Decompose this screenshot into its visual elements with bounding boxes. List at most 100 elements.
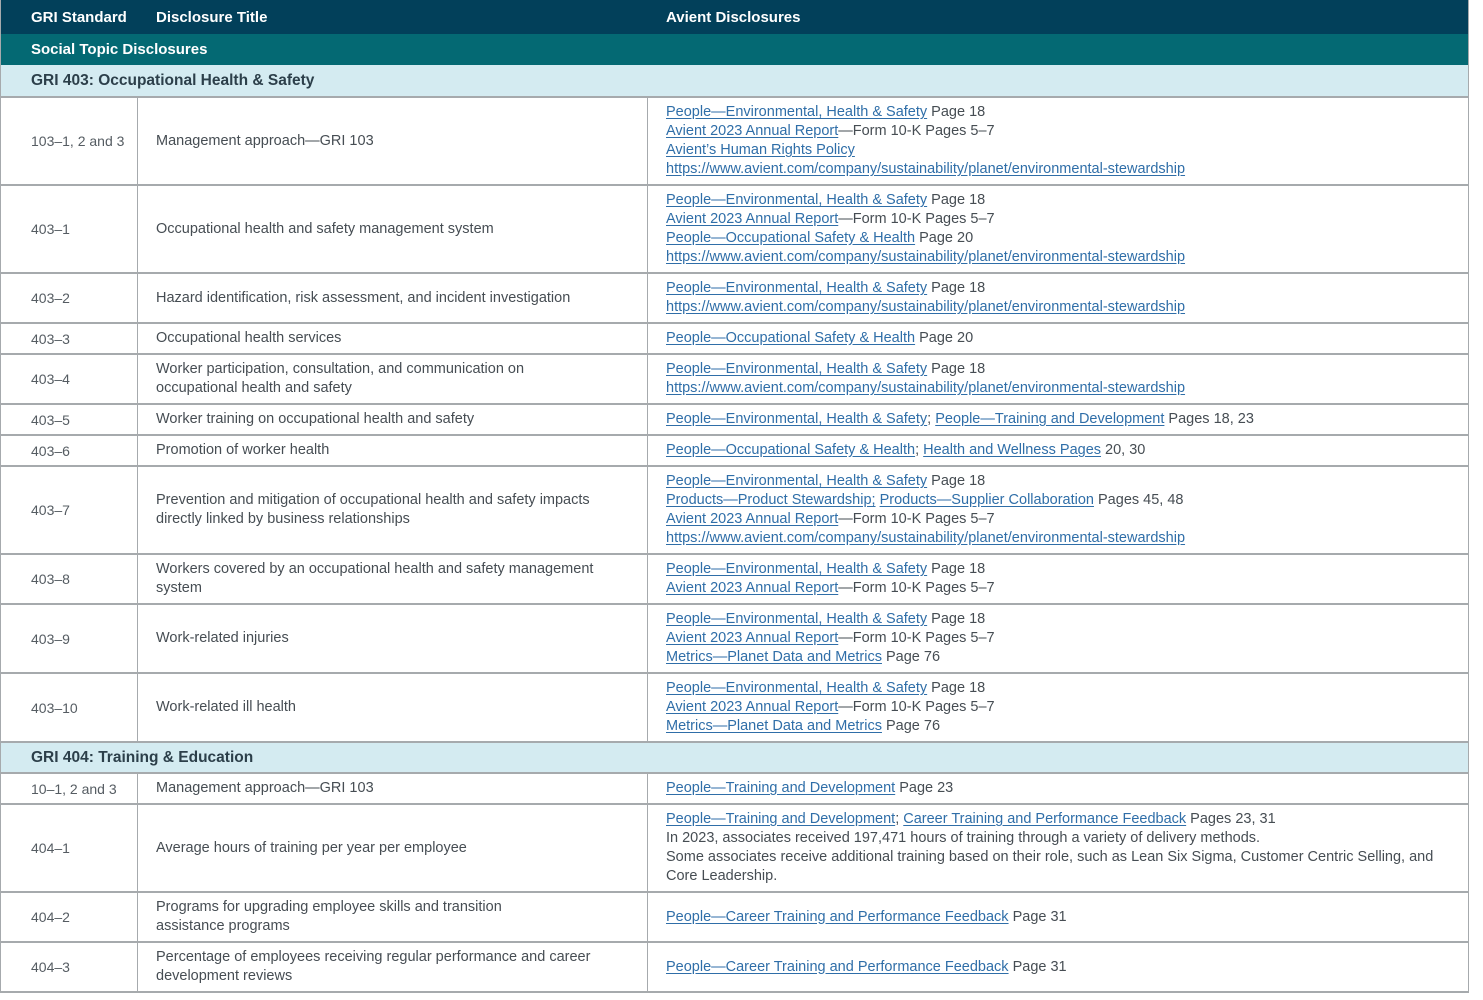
disclosure-link[interactable]: https://www.avient.com/company/sustainab… xyxy=(666,249,1185,265)
disclosure-title-cell: Promotion of worker health xyxy=(138,436,648,465)
disclosure-text: —Form 10-K Pages 5–7 xyxy=(838,580,994,596)
gri-standard-cell: 403–5 xyxy=(1,405,138,434)
disclosure-link[interactable]: https://www.avient.com/company/sustainab… xyxy=(666,380,1185,396)
disclosure-text: Page 31 xyxy=(1009,909,1067,925)
section-band-social-topic: Social Topic Disclosures xyxy=(1,34,1468,65)
disclosure-link[interactable]: Metrics—Planet Data and Metrics xyxy=(666,649,882,665)
table-row: 404–2Programs for upgrading employee ski… xyxy=(1,891,1468,941)
disclosure-text: Page 23 xyxy=(895,780,953,796)
disclosure-line: Some associates receive additional train… xyxy=(666,848,1433,886)
disclosure-line: People—Career Training and Performance F… xyxy=(666,958,1067,977)
disclosure-link[interactable]: People—Environmental, Health & Safety xyxy=(666,680,927,696)
disclosure-line: People—Occupational Safety & Health; Hea… xyxy=(666,441,1145,460)
gri-standard-cell: 403–6 xyxy=(1,436,138,465)
disclosure-text: Page 20 xyxy=(915,330,973,346)
disclosure-title-cell: Management approach—GRI 103 xyxy=(138,98,648,184)
disclosure-text: ; xyxy=(915,442,923,458)
table-row: 403–10Work-related ill healthPeople—Envi… xyxy=(1,672,1468,741)
avient-disclosures-cell: People—Environmental, Health & Safety; P… xyxy=(648,405,1468,434)
avient-disclosures-cell: People—Environmental, Health & Safety Pa… xyxy=(648,355,1468,403)
table-body: GRI 403: Occupational Health & Safety103… xyxy=(1,65,1468,993)
disclosure-link[interactable]: Avient 2023 Annual Report xyxy=(666,580,838,596)
table-row: 403–9Work-related injuriesPeople—Environ… xyxy=(1,603,1468,672)
disclosure-line: Avient 2023 Annual Report—Form 10-K Page… xyxy=(666,579,995,598)
disclosure-link[interactable]: People—Environmental, Health & Safety xyxy=(666,473,927,489)
disclosure-link[interactable]: Health and Wellness Pages xyxy=(923,442,1101,458)
disclosure-text: Page 20 xyxy=(915,230,973,246)
disclosure-link[interactable]: Avient 2023 Annual Report xyxy=(666,211,838,227)
avient-disclosures-cell: People—Occupational Safety & Health Page… xyxy=(648,324,1468,353)
disclosure-title-cell: Work-related injuries xyxy=(138,605,648,672)
disclosure-text: —Form 10-K Pages 5–7 xyxy=(838,511,994,527)
disclosure-line: People—Environmental, Health & Safety Pa… xyxy=(666,679,985,698)
disclosure-link[interactable]: Avient 2023 Annual Report xyxy=(666,630,838,646)
header-cell-avient-disclosures: Avient Disclosures xyxy=(648,9,1468,26)
disclosure-link[interactable]: People—Environmental, Health & Safety xyxy=(666,611,927,627)
disclosure-text: Page 18 xyxy=(927,473,985,489)
disclosure-link[interactable]: https://www.avient.com/company/sustainab… xyxy=(666,161,1185,177)
disclosure-text: Page 31 xyxy=(1009,959,1067,975)
table-row: 403–2Hazard identification, risk assessm… xyxy=(1,272,1468,322)
disclosure-link[interactable]: Products—Supplier Collaboration xyxy=(880,492,1094,508)
gri-standard-cell: 103–1, 2 and 3 xyxy=(1,98,138,184)
disclosure-link[interactable]: People—Occupational Safety & Health xyxy=(666,230,915,246)
gri-index-table: GRI Standard Disclosure Title Avient Dis… xyxy=(0,0,1469,993)
disclosure-text: Page 18 xyxy=(927,104,985,120)
disclosure-text: Page 18 xyxy=(927,561,985,577)
avient-disclosures-cell: People—Environmental, Health & Safety Pa… xyxy=(648,274,1468,322)
disclosure-title-cell: Management approach—GRI 103 xyxy=(138,774,648,803)
disclosure-title-cell: Programs for upgrading employee skills a… xyxy=(138,893,648,941)
disclosure-link[interactable]: Avient 2023 Annual Report xyxy=(666,511,838,527)
disclosure-text: —Form 10-K Pages 5–7 xyxy=(838,211,994,227)
disclosure-text: In 2023, associates received 197,471 hou… xyxy=(666,830,1260,846)
disclosure-text: Page 18 xyxy=(927,680,985,696)
disclosure-link[interactable]: People—Training and Development xyxy=(935,411,1164,427)
disclosure-link[interactable]: People—Environmental, Health & Safety xyxy=(666,104,927,120)
disclosure-link[interactable]: Products—Product Stewardship; xyxy=(666,492,876,508)
gri-standard-cell: 404–1 xyxy=(1,805,138,891)
disclosure-link[interactable]: People—Environmental, Health & Safety xyxy=(666,192,927,208)
disclosure-line: People—Training and Development; Career … xyxy=(666,810,1276,829)
avient-disclosures-cell: People—Occupational Safety & Health; Hea… xyxy=(648,436,1468,465)
table-row: 103–1, 2 and 3Management approach—GRI 10… xyxy=(1,96,1468,184)
header-cell-disclosure-title: Disclosure Title xyxy=(138,9,648,26)
gri-standard-cell: 403–1 xyxy=(1,186,138,272)
disclosure-link[interactable]: https://www.avient.com/company/sustainab… xyxy=(666,530,1185,546)
disclosure-text: Page 18 xyxy=(927,361,985,377)
disclosure-line: Metrics—Planet Data and Metrics Page 76 xyxy=(666,717,940,736)
disclosure-link[interactable]: https://www.avient.com/company/sustainab… xyxy=(666,299,1185,315)
disclosure-link[interactable]: People—Environmental, Health & Safety xyxy=(666,280,927,296)
disclosure-text: Some associates receive additional train… xyxy=(666,849,1433,884)
disclosure-link[interactable]: Avient’s Human Rights Policy xyxy=(666,142,855,158)
disclosure-line: Metrics—Planet Data and Metrics Page 76 xyxy=(666,648,940,667)
disclosure-link[interactable]: People—Training and Development xyxy=(666,811,895,827)
disclosure-line: Avient 2023 Annual Report—Form 10-K Page… xyxy=(666,629,995,648)
disclosure-title-cell: Worker training on occupational health a… xyxy=(138,405,648,434)
disclosure-link[interactable]: People—Career Training and Performance F… xyxy=(666,909,1009,925)
disclosure-link[interactable]: People—Career Training and Performance F… xyxy=(666,959,1009,975)
disclosure-link[interactable]: Career Training and Performance Feedback xyxy=(903,811,1186,827)
disclosure-title-cell: Average hours of training per year per e… xyxy=(138,805,648,891)
disclosure-link[interactable]: People—Occupational Safety & Health xyxy=(666,330,915,346)
gri-standard-cell: 404–3 xyxy=(1,943,138,991)
disclosure-link[interactable]: People—Environmental, Health & Safety xyxy=(666,561,927,577)
disclosure-link[interactable]: People—Training and Development xyxy=(666,780,895,796)
header-cell-gri-standard: GRI Standard xyxy=(1,9,138,26)
disclosure-line: People—Occupational Safety & Health Page… xyxy=(666,229,973,248)
disclosure-line: Avient’s Human Rights Policy xyxy=(666,141,855,160)
table-row: 404–1Average hours of training per year … xyxy=(1,803,1468,891)
disclosure-text: Page 18 xyxy=(927,280,985,296)
disclosure-text: Pages 23, 31 xyxy=(1186,811,1276,827)
disclosure-link[interactable]: People—Environmental, Health & Safety xyxy=(666,361,927,377)
disclosure-link[interactable]: People—Environmental, Health & Safety xyxy=(666,411,927,427)
disclosure-link[interactable]: Metrics—Planet Data and Metrics xyxy=(666,718,882,734)
disclosure-line: Avient 2023 Annual Report—Form 10-K Page… xyxy=(666,210,995,229)
disclosure-text: —Form 10-K Pages 5–7 xyxy=(838,699,994,715)
disclosure-link[interactable]: People—Occupational Safety & Health xyxy=(666,442,915,458)
disclosure-title-cell: Occupational health and safety managemen… xyxy=(138,186,648,272)
avient-disclosures-cell: People—Environmental, Health & Safety Pa… xyxy=(648,555,1468,603)
disclosure-link[interactable]: Avient 2023 Annual Report xyxy=(666,123,838,139)
disclosure-line: People—Environmental, Health & Safety Pa… xyxy=(666,560,985,579)
disclosure-link[interactable]: Avient 2023 Annual Report xyxy=(666,699,838,715)
disclosure-line: Avient 2023 Annual Report—Form 10-K Page… xyxy=(666,698,995,717)
